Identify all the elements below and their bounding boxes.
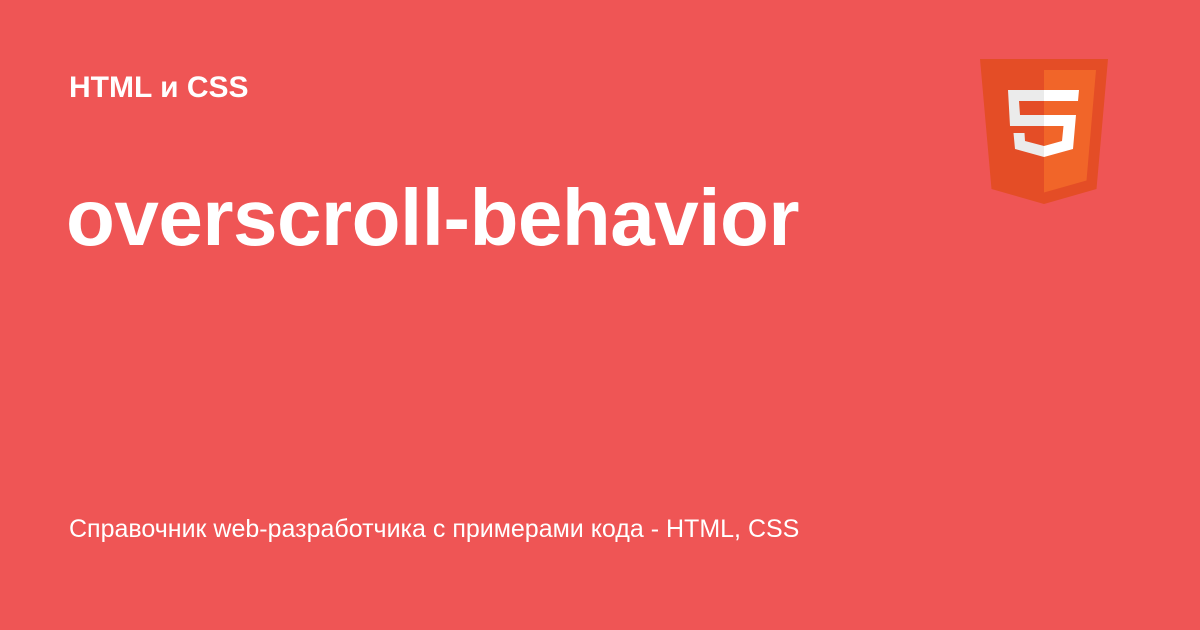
html5-logo-icon xyxy=(980,59,1108,204)
preview-card: HTML и CSS overscroll-behavior Справочни… xyxy=(0,0,1200,630)
page-title: overscroll-behavior xyxy=(66,173,800,262)
site-description: Справочник web-разработчика с примерами … xyxy=(69,515,800,543)
category-label: HTML и CSS xyxy=(69,71,249,104)
